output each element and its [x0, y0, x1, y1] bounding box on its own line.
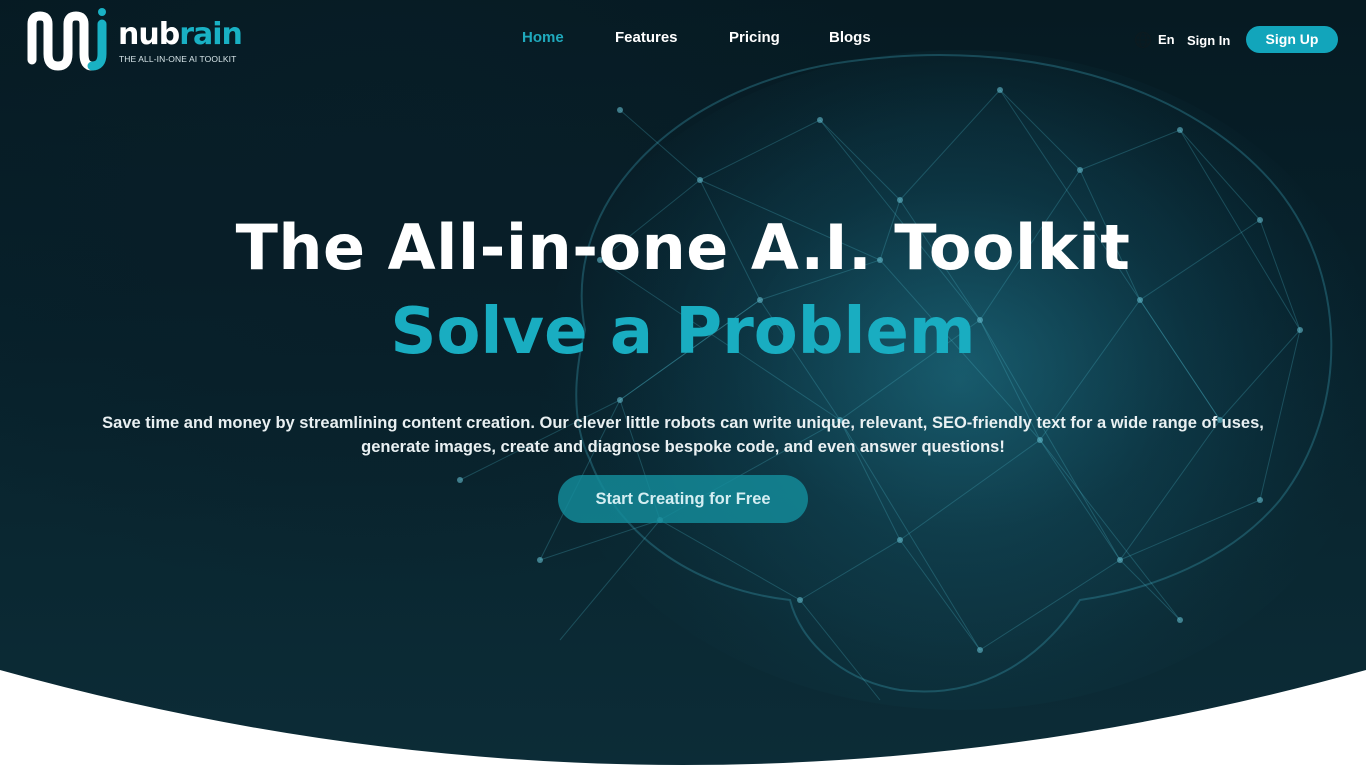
hero-section	[0, 0, 1366, 768]
nav-item-pricing[interactable]: Pricing	[729, 29, 780, 46]
language-label: En	[1158, 32, 1175, 47]
sign-in-link[interactable]: Sign In	[1187, 33, 1230, 48]
hero-subheadline: Solve a Problem	[390, 295, 976, 369]
brand-tagline: THE ALL-IN-ONE AI TOOLKIT	[119, 54, 237, 64]
start-creating-button[interactable]: Start Creating for Free	[558, 475, 808, 523]
hero-headline: The All-in-one A.I. Toolkit	[235, 211, 1131, 284]
nav-item-blogs[interactable]: Blogs	[829, 29, 871, 46]
landing-page: nubrain THE ALL-IN-ONE AI TOOLKIT Home F…	[0, 0, 1366, 768]
nav-item-home[interactable]: Home	[522, 29, 564, 46]
sign-up-button[interactable]: Sign Up	[1246, 26, 1338, 53]
nav-item-features[interactable]: Features	[615, 29, 678, 46]
hero-bottom-curve	[0, 670, 1366, 768]
globe-icon	[1134, 31, 1152, 49]
hero-description: Save time and money by streamlining cont…	[102, 414, 1264, 456]
